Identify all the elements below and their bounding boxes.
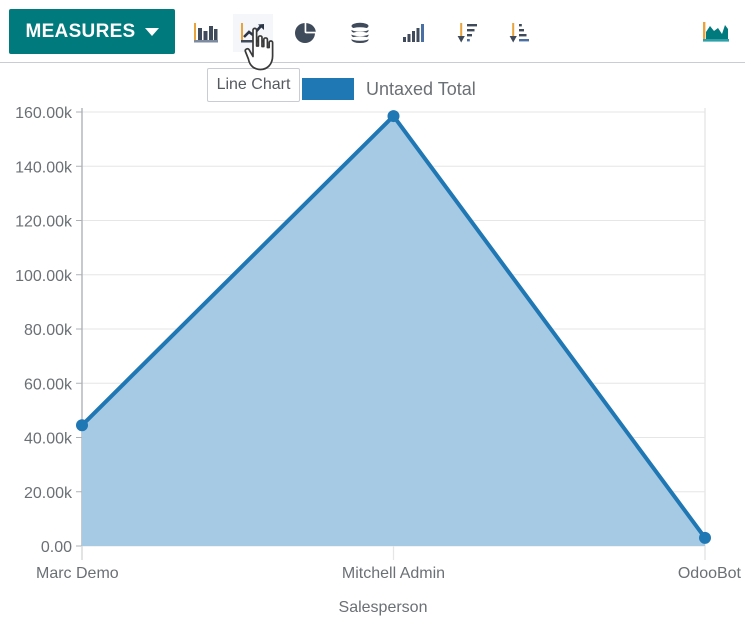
x-axis-tick-label: Mitchell Admin: [342, 565, 445, 582]
measures-button-label: MEASURES: [25, 21, 135, 43]
x-axis-tick-label: OdooBot: [678, 565, 742, 582]
legend-swatch[interactable]: [302, 78, 354, 100]
area-chart-icon[interactable]: [696, 14, 736, 52]
caret-down-icon: [145, 28, 159, 36]
x-axis-tick-labels: Marc Demo Mitchell Admin OdooBot: [36, 565, 742, 582]
line-chart-icon[interactable]: [233, 14, 273, 52]
chart-plot-area: 0.00 20.00k 40.00k 60.00k 80.00k 100.00k 120.0…: [0, 64, 745, 625]
bar-chart-icon-glyph: [193, 21, 219, 45]
sort-ascending-icon[interactable]: [500, 14, 540, 52]
stacked-icon[interactable]: [340, 14, 380, 52]
pie-chart-icon[interactable]: [285, 14, 325, 52]
stacked-icon-glyph: [348, 21, 372, 45]
y-axis-tick-label: 160.00k: [15, 105, 73, 122]
chart-type-tooltip: Line Chart: [207, 68, 300, 102]
chart-toolbar: MEASURES: [0, 0, 745, 63]
y-axis-tick-label: 20.00k: [24, 485, 73, 502]
y-axis-tick-label: 120.00k: [15, 214, 73, 231]
bar-chart-icon[interactable]: [186, 14, 226, 52]
data-point-0[interactable]: [76, 419, 88, 431]
measures-button[interactable]: MEASURES: [9, 9, 175, 54]
sort-ascending-icon-glyph: [508, 21, 532, 45]
sort-descending-icon-glyph: [456, 21, 480, 45]
legend-label: Untaxed Total: [366, 79, 476, 100]
y-axis-tick-label: 100.00k: [15, 268, 73, 285]
ascending-bars-icon[interactable]: [393, 14, 433, 52]
line-chart-icon-glyph: [240, 21, 266, 45]
y-axis-tick-label: 80.00k: [24, 322, 73, 339]
y-axis-tick-label: 140.00k: [15, 159, 73, 176]
area-chart-icon-glyph: [701, 20, 731, 46]
chart-type-tooltip-label: Line Chart: [217, 76, 291, 94]
sort-descending-icon[interactable]: [448, 14, 488, 52]
pie-chart-icon-glyph: [292, 21, 318, 45]
data-point-2[interactable]: [699, 532, 711, 544]
y-axis-tick-label: 40.00k: [24, 431, 73, 448]
x-axis-tick-label: Marc Demo: [36, 565, 119, 582]
x-axis-title: Salesperson: [339, 599, 428, 616]
data-point-1[interactable]: [388, 110, 400, 122]
y-axis-tick-label: 0.00: [41, 539, 72, 556]
y-axis-tick-label: 60.00k: [24, 376, 73, 393]
ascending-bars-icon-glyph: [401, 21, 425, 45]
area-chart-svg: 0.00 20.00k 40.00k 60.00k 80.00k 100.00k 120.0…: [0, 64, 745, 625]
y-axis-tick-labels: 0.00 20.00k 40.00k 60.00k 80.00k 100.00k 120.0…: [15, 105, 73, 556]
chart-legend: Untaxed Total: [302, 78, 476, 100]
